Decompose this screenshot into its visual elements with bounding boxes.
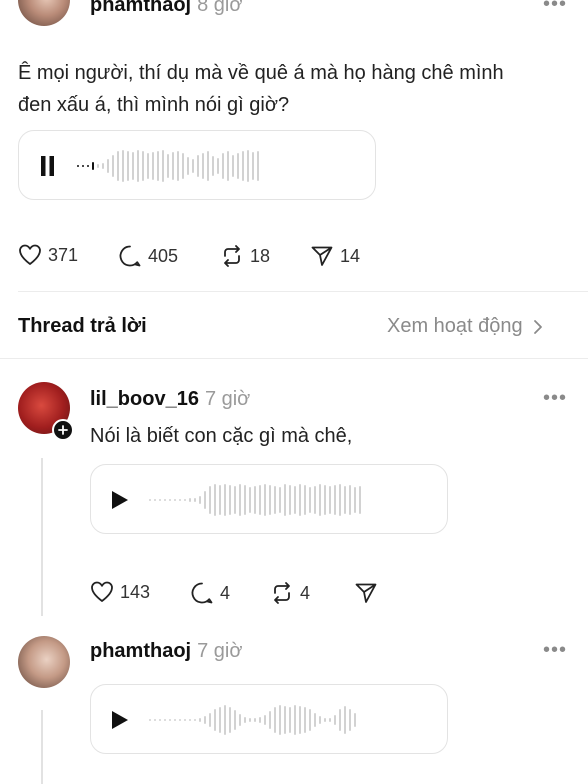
reply-timestamp: 7 giờ (204, 388, 251, 410)
share-icon (355, 583, 377, 603)
reply-username[interactable]: lil_boov_16 (90, 388, 199, 410)
comment-icon (119, 245, 141, 267)
reply-comment-button[interactable]: 4 (190, 581, 230, 605)
reply-audio-player[interactable] (90, 684, 448, 754)
comment-button[interactable]: 405 (118, 244, 178, 268)
audio-waveform[interactable] (149, 700, 356, 740)
reply-header: lil_boov_16 7 giờ (90, 388, 250, 411)
timestamp: 8 giờ (197, 0, 243, 16)
thread-line (41, 710, 43, 784)
repost-button[interactable]: 18 (220, 244, 270, 268)
reply-avatar[interactable] (18, 636, 70, 688)
more-icon[interactable]: ••• (543, 0, 567, 16)
comment-icon (191, 582, 213, 604)
post-header: phamthaoj 8 giờ (90, 0, 243, 17)
audio-player[interactable] (18, 130, 376, 200)
reply-repost-button[interactable]: 4 (270, 581, 310, 605)
chevron-right-icon (533, 319, 542, 334)
like-count: 371 (48, 244, 79, 265)
audio-waveform[interactable] (149, 480, 361, 520)
reply-like-count: 143 (120, 581, 151, 602)
share-count: 14 (340, 245, 361, 266)
view-activity-label: Xem hoạt động (387, 315, 523, 337)
reply-username[interactable]: phamthaoj (90, 640, 191, 662)
more-icon[interactable]: ••• (543, 639, 567, 662)
reply-audio-player[interactable] (90, 464, 448, 534)
repost-count: 18 (250, 245, 271, 266)
follow-plus-icon[interactable] (52, 419, 74, 441)
reply-share-button[interactable] (354, 581, 384, 605)
pause-icon[interactable] (41, 156, 55, 176)
view-activity-link[interactable]: Xem hoạt động (387, 315, 545, 338)
more-icon[interactable]: ••• (543, 387, 567, 410)
repost-icon (274, 582, 290, 604)
reply-like-button[interactable]: 143 (90, 581, 150, 603)
heart-icon (19, 244, 41, 265)
audio-waveform[interactable] (77, 146, 259, 186)
repost-icon (224, 245, 240, 267)
username[interactable]: phamthaoj (90, 0, 191, 16)
avatar[interactable] (18, 0, 70, 26)
reply-repost-count: 4 (300, 582, 311, 603)
reply-timestamp: 7 giờ (197, 640, 243, 662)
thread-replies-title: Thread trả lời (18, 315, 147, 337)
reply-comment-count: 4 (220, 582, 231, 603)
like-button[interactable]: 371 (18, 244, 78, 266)
heart-icon (91, 581, 113, 602)
share-button[interactable]: 14 (310, 244, 360, 268)
post-text: Ê mọi người, thí dụ mà về quê á mà họ hà… (18, 62, 504, 116)
share-icon (311, 246, 333, 266)
divider (0, 358, 588, 359)
divider (18, 291, 588, 292)
play-icon[interactable] (111, 710, 129, 730)
comment-count: 405 (148, 245, 179, 266)
thread-line (41, 458, 43, 616)
play-icon[interactable] (111, 490, 129, 510)
reply-header: phamthaoj 7 giờ (90, 640, 243, 663)
reply-text: Nói là biết con cặc gì mà chê, (90, 425, 353, 447)
